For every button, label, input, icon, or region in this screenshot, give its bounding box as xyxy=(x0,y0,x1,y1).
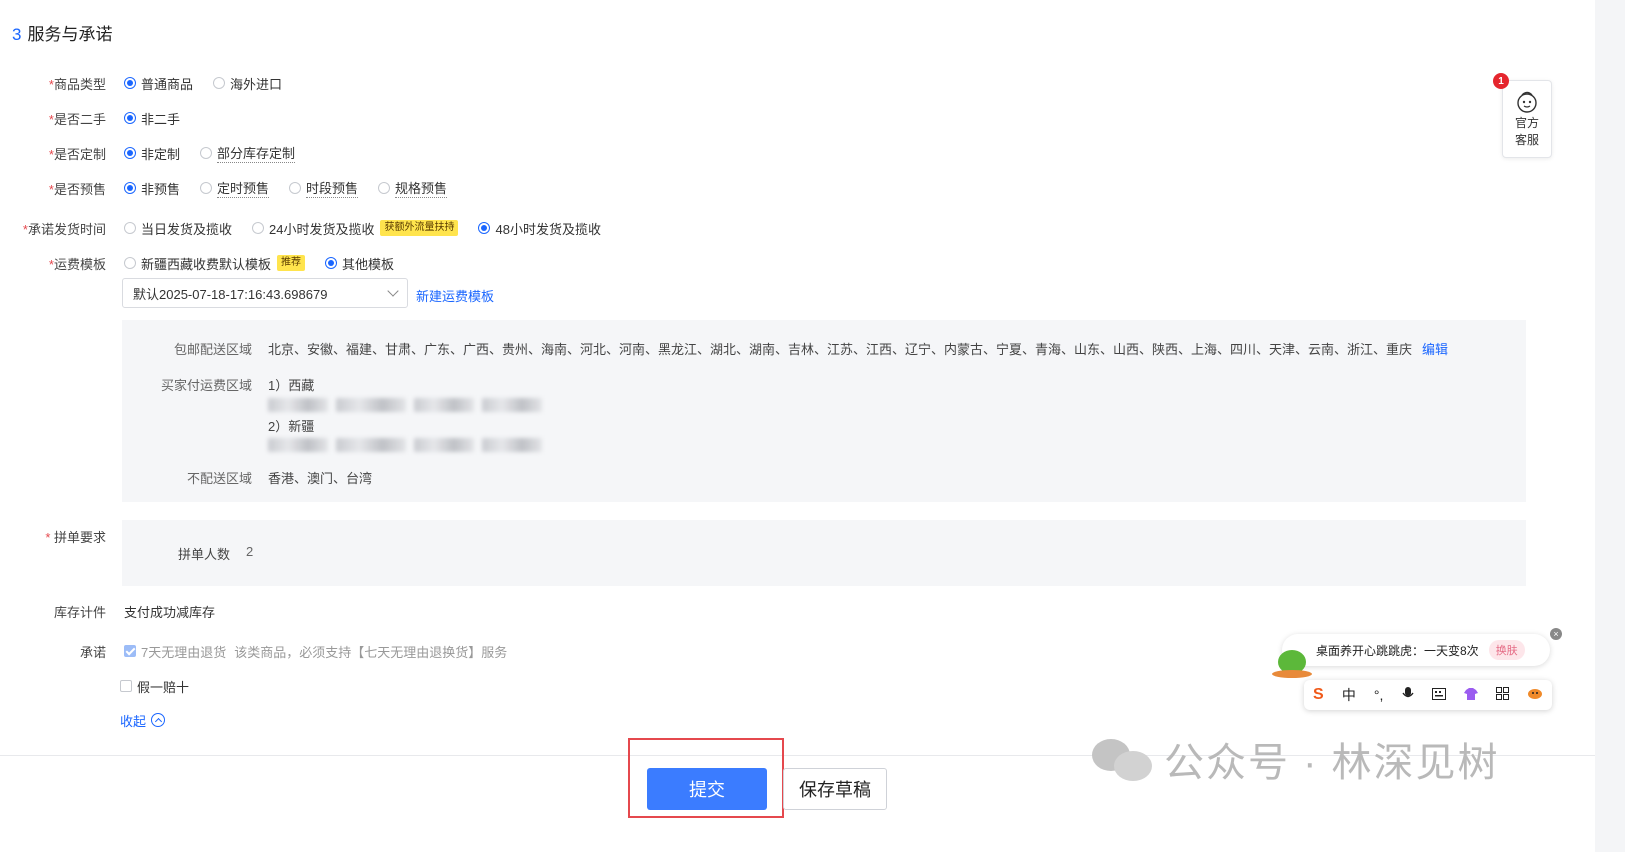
watermark: 公众号 · 林深见树 xyxy=(1092,730,1500,788)
recommend-tag: 推荐 xyxy=(277,255,306,271)
radio-not-custom[interactable]: 非定制 xyxy=(124,144,180,163)
stock-label: 库存计件 xyxy=(53,604,106,620)
promise-row: 承诺 7天无理由退货 该类商品，必须支持【七天无理由退换货】服务 xyxy=(0,640,507,662)
freight-label: *运费模板 xyxy=(48,256,106,272)
goods-type-label: *商品类型 xyxy=(48,76,106,92)
stock-row: 库存计件 支付成功减库存 xyxy=(0,600,215,622)
radio-no-presale[interactable]: 非预售 xyxy=(124,179,180,198)
paid-shipping-row: 买家付运费区域 1）西藏 2）新疆 xyxy=(122,375,550,453)
turtle-mascot-icon xyxy=(1272,650,1312,678)
group-count-label: 拼单人数 xyxy=(178,547,231,562)
group-box: 拼单人数 2 xyxy=(122,520,1526,586)
customize-label: *是否定制 xyxy=(48,146,106,162)
grid-menu-icon[interactable] xyxy=(1495,687,1509,703)
section-title: 3 服务与承诺 xyxy=(12,20,112,45)
freight-template-select[interactable]: 默认2025-07-18-17:16:43.698679 xyxy=(122,278,408,308)
service-line2: 客服 xyxy=(1514,133,1539,147)
return-7days-checkbox[interactable] xyxy=(124,645,136,657)
ship-time-row: *承诺发货时间 当日发货及揽收 24小时发货及揽收 获额外流量扶持 48小时发货及… xyxy=(0,217,621,239)
radio-overseas-import[interactable]: 海外进口 xyxy=(213,74,282,93)
blurred-detail xyxy=(268,396,550,412)
group-count-value: 2 xyxy=(246,544,254,559)
fake-compensation-label: 假一赔十 xyxy=(137,679,190,695)
chevron-up-icon xyxy=(151,713,166,727)
freight-row: *运费模板 新疆西藏收费默认模板 推荐 其他模板 xyxy=(0,252,414,274)
radio-spec-presale[interactable]: 规格预售 xyxy=(378,178,448,198)
ime-skin-button[interactable]: 换肤 xyxy=(1488,640,1525,660)
radio-48h[interactable]: 48小时发货及揽收 xyxy=(478,219,601,238)
group-row: * 拼单要求 xyxy=(0,525,106,547)
submit-button[interactable]: 提交 xyxy=(647,768,767,810)
second-hand-row: *是否二手 非二手 xyxy=(0,107,200,129)
close-icon[interactable]: × xyxy=(1550,628,1562,640)
product-form-page: 3 服务与承诺 *商品类型 普通商品 海外进口 *是否二手 非二手 *是否定制 非… xyxy=(0,0,1595,852)
sogou-logo-icon[interactable]: S xyxy=(1313,686,1324,704)
watermark-text: 公众号 · 林深见树 xyxy=(1164,741,1500,785)
second-hand-label: *是否二手 xyxy=(48,111,106,127)
traffic-support-tag: 获额外流量扶持 xyxy=(380,220,459,236)
free-shipping-label: 包邮配送区域 xyxy=(173,342,252,357)
section-title-text: 服务与承诺 xyxy=(27,25,113,44)
mascot-icon[interactable] xyxy=(1527,687,1543,703)
service-line1: 官方 xyxy=(1514,116,1539,130)
section-number: 3 xyxy=(12,25,22,44)
return-7days-note: 该类商品，必须支持【七天无理由退换货】服务 xyxy=(234,644,508,660)
free-shipping-value: 北京、安徽、福建、甘肃、广东、广西、贵州、海南、河北、河南、黑龙江、湖北、湖南、… xyxy=(268,342,1413,357)
collapse-toggle[interactable]: 收起 xyxy=(120,709,166,731)
fake-compensation-row: 假一赔十 xyxy=(120,675,189,697)
ime-tip-bubble: 桌面养开心跳跳虎：一天变8次 换肤 × xyxy=(1282,628,1562,666)
return-7days-label: 7天无理由退货 xyxy=(141,644,227,660)
keyboard-icon[interactable] xyxy=(1431,687,1446,703)
skin-shirt-icon[interactable] xyxy=(1463,687,1478,703)
shipping-area-box: 包邮配送区域 北京、安徽、福建、甘肃、广东、广西、贵州、海南、河北、河南、黑龙江… xyxy=(122,320,1526,502)
paid-shipping-label: 买家付运费区域 xyxy=(160,378,252,393)
radio-timed-presale[interactable]: 定时预售 xyxy=(200,178,270,198)
ime-tip-text: 桌面养开心跳跳虎：一天变8次 xyxy=(1316,643,1479,658)
radio-same-day[interactable]: 当日发货及揽收 xyxy=(124,219,232,238)
ime-lang-toggle[interactable]: 中 xyxy=(1342,685,1356,705)
service-avatar-icon xyxy=(1517,91,1537,113)
save-draft-button[interactable]: 保存草稿 xyxy=(783,768,887,810)
paid-region-xinjiang: 2）新疆 xyxy=(268,418,315,434)
microphone-icon[interactable] xyxy=(1401,686,1414,704)
presale-row: *是否预售 非预售 定时预售 时段预售 规格预售 xyxy=(0,177,467,199)
blurred-detail xyxy=(268,437,550,453)
radio-partial-custom[interactable]: 部分库存定制 xyxy=(200,143,296,163)
customize-row: *是否定制 非定制 部分库存定制 xyxy=(0,142,315,164)
wechat-icon xyxy=(1092,735,1154,783)
radio-24h[interactable]: 24小时发货及揽收 获额外流量扶持 xyxy=(252,219,459,238)
radio-not-second-hand[interactable]: 非二手 xyxy=(124,109,180,128)
no-delivery-row: 不配送区域 香港、澳门、台湾 xyxy=(122,468,372,487)
radio-xinjiang-tibet-template[interactable]: 新疆西藏收费默认模板 推荐 xyxy=(124,254,306,273)
ime-toolbar: S 中 °, xyxy=(1304,680,1552,710)
notification-badge: 1 xyxy=(1493,73,1509,89)
freight-template-value: 默认2025-07-18-17:16:43.698679 xyxy=(133,286,328,302)
punctuation-icon[interactable]: °, xyxy=(1374,687,1384,703)
promise-label: 承诺 xyxy=(79,644,106,660)
free-shipping-row: 包邮配送区域 北京、安徽、福建、甘肃、广东、广西、贵州、海南、河北、河南、黑龙江… xyxy=(122,339,1412,358)
edit-shipping-link[interactable]: 编辑 xyxy=(1422,339,1448,358)
ship-time-label: *承诺发货时间 xyxy=(22,221,106,237)
presale-label: *是否预售 xyxy=(48,181,106,197)
radio-other-template[interactable]: 其他模板 xyxy=(325,254,394,273)
new-freight-template-link[interactable]: 新建运费模板 xyxy=(416,286,494,305)
no-delivery-label: 不配送区域 xyxy=(186,471,252,486)
chevron-down-icon xyxy=(387,285,399,297)
no-delivery-value: 香港、澳门、台湾 xyxy=(268,471,373,486)
radio-period-presale[interactable]: 时段预售 xyxy=(289,178,359,198)
paid-region-tibet: 1）西藏 xyxy=(268,378,315,393)
goods-type-row: *商品类型 普通商品 海外进口 xyxy=(0,72,302,94)
customer-service-widget[interactable]: 官方 客服 xyxy=(1502,80,1552,158)
group-label: * 拼单要求 xyxy=(45,529,106,545)
fake-compensation-checkbox[interactable] xyxy=(120,680,132,692)
radio-normal-goods[interactable]: 普通商品 xyxy=(124,74,193,93)
stock-value: 支付成功减库存 xyxy=(124,604,216,620)
collapse-label: 收起 xyxy=(120,713,147,729)
ime-widget: 桌面养开心跳跳虎：一天变8次 换肤 × S 中 °, xyxy=(1270,628,1562,710)
